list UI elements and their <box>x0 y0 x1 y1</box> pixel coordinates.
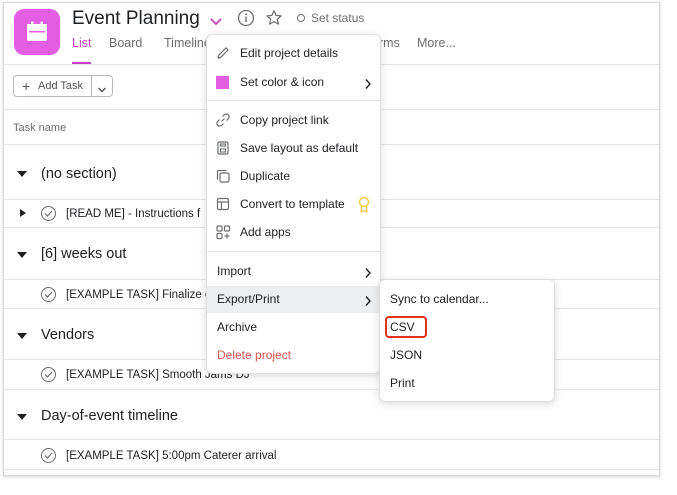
menu-item-export-print[interactable]: Export/Print <box>207 286 380 313</box>
expand-subtasks-icon[interactable] <box>20 209 26 217</box>
menu-item-label: Import <box>217 264 252 278</box>
menu-item-label: Copy project link <box>240 113 329 127</box>
menu-item-print[interactable]: Print <box>380 370 554 397</box>
tab-forms[interactable]: rms <box>379 36 400 50</box>
export-print-submenu: Sync to calendar... CSV JSON Print <box>379 279 555 402</box>
tab-timeline[interactable]: Timeline <box>164 36 211 50</box>
section-collapse-icon[interactable] <box>17 333 27 339</box>
section-title: Vendors <box>41 327 95 343</box>
task-name[interactable]: [EXAMPLE TASK] 5:00pm Caterer arrival <box>66 450 277 462</box>
menu-item-label: Save layout as default <box>240 141 359 155</box>
menu-item-label: Export/Print <box>217 292 280 306</box>
duplicate-icon <box>215 168 231 184</box>
menu-item-label: Archive <box>217 320 258 334</box>
divider <box>4 439 659 440</box>
column-header-task-name: Task name <box>13 122 67 134</box>
layout-icon <box>215 140 231 156</box>
menu-item-label: Sync to calendar... <box>390 292 489 306</box>
menu-item-label: Delete project <box>217 348 292 362</box>
tab-board[interactable]: Board <box>109 36 142 50</box>
menu-item-json[interactable]: JSON <box>380 342 554 369</box>
project-actions-menu: Edit project details Set color & icon Co… <box>206 34 381 374</box>
status-circle-icon[interactable] <box>297 14 305 22</box>
section-title: (no section) <box>41 166 117 182</box>
divider <box>207 100 380 101</box>
set-status-button[interactable]: Set status <box>311 11 364 25</box>
info-icon[interactable] <box>237 9 255 32</box>
menu-item-sync-to-calendar[interactable]: Sync to calendar... <box>380 286 554 313</box>
divider <box>207 251 380 252</box>
menu-item-add-apps[interactable]: Add apps <box>207 219 380 246</box>
menu-item-edit-project-details[interactable]: Edit project details <box>207 40 380 67</box>
menu-item-set-color-icon[interactable]: Set color & icon <box>207 69 380 96</box>
section-collapse-icon[interactable] <box>17 171 27 177</box>
complete-checkbox[interactable] <box>41 287 56 302</box>
chevron-down-icon[interactable] <box>209 14 223 32</box>
divider <box>4 469 659 470</box>
menu-item-label: Edit project details <box>240 46 339 60</box>
chevron-right-icon <box>364 266 372 284</box>
section-title: Day-of-event timeline <box>41 408 178 424</box>
tab-more[interactable]: More... <box>417 36 456 50</box>
menu-item-label: Convert to template <box>240 197 345 211</box>
project-title: Event Planning <box>72 8 200 29</box>
chevron-right-icon <box>364 77 372 95</box>
menu-item-save-layout[interactable]: Save layout as default <box>207 135 380 162</box>
menu-item-duplicate[interactable]: Duplicate <box>207 163 380 190</box>
pencil-icon <box>215 45 231 61</box>
menu-item-label: Print <box>390 376 415 390</box>
menu-item-label: CSV <box>390 320 415 334</box>
menu-item-label: JSON <box>390 348 423 362</box>
menu-item-convert-to-template[interactable]: Convert to template <box>207 191 380 218</box>
menu-item-label: Set color & icon <box>240 75 325 89</box>
app-window: Event Planning Set status List Board Tim… <box>3 2 660 476</box>
chevron-right-icon <box>364 294 372 312</box>
add-task-label: Add Task <box>38 80 84 92</box>
task-name[interactable]: [EXAMPLE TASK] Finalize e <box>66 289 211 301</box>
menu-item-delete-project[interactable]: Delete project <box>207 342 380 369</box>
section-title: [6] weeks out <box>41 246 127 262</box>
task-name[interactable]: [READ ME] - Instructions f <box>66 208 200 220</box>
color-swatch <box>216 76 229 89</box>
section-collapse-icon[interactable] <box>17 252 27 258</box>
menu-item-copy-project-link[interactable]: Copy project link <box>207 107 380 134</box>
tab-list[interactable]: List <box>72 36 91 50</box>
divider <box>4 389 659 390</box>
menu-item-csv[interactable]: CSV <box>380 314 554 341</box>
menu-item-label: Duplicate <box>240 169 291 183</box>
chevron-down-icon[interactable] <box>97 81 107 99</box>
divider <box>91 76 92 96</box>
award-icon <box>357 196 371 218</box>
complete-checkbox[interactable] <box>41 367 56 382</box>
menu-item-import[interactable]: Import <box>207 258 380 285</box>
section-collapse-icon[interactable] <box>17 414 27 420</box>
star-icon[interactable] <box>265 9 283 32</box>
add-task-button[interactable]: + Add Task <box>13 75 113 97</box>
menu-item-label: Add apps <box>240 225 291 239</box>
template-icon <box>215 196 231 212</box>
complete-checkbox[interactable] <box>41 206 56 221</box>
plus-icon: + <box>22 78 31 94</box>
apps-icon <box>215 224 231 240</box>
project-calendar-icon <box>14 9 60 55</box>
menu-item-archive[interactable]: Archive <box>207 314 380 341</box>
complete-checkbox[interactable] <box>41 448 56 463</box>
link-icon <box>215 112 231 128</box>
